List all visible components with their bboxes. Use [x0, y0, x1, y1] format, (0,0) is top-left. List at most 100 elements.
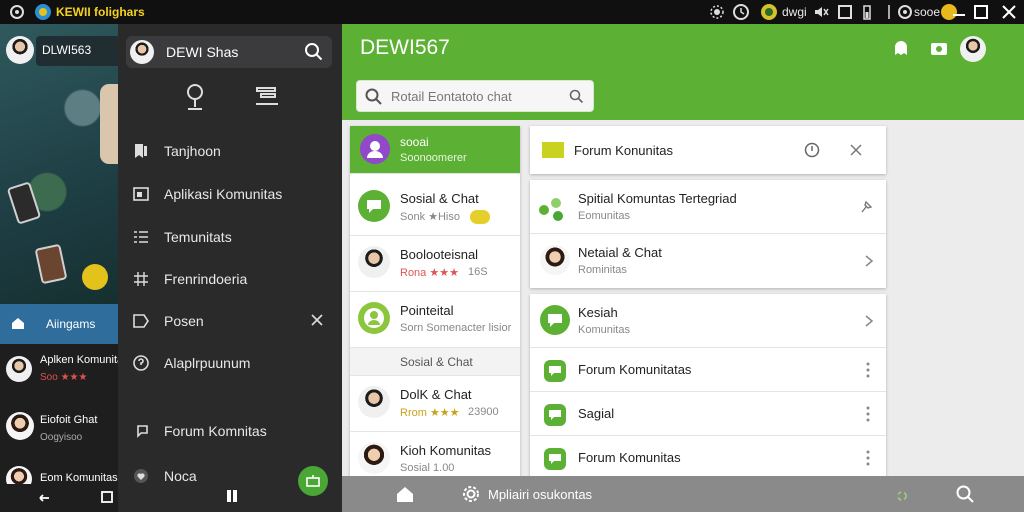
list-icon	[132, 228, 150, 246]
maximize-icon[interactable]	[972, 3, 990, 21]
chevron-right-icon[interactable]	[864, 314, 874, 328]
hand-shape	[100, 84, 118, 164]
ghost-icon[interactable]	[892, 39, 910, 57]
search-bar[interactable]: Rotail Eontatoto chat	[356, 80, 594, 112]
forum-item[interactable]: Netaial & Chat Rominitas	[530, 234, 886, 288]
forum-item-sub: Eomunitas	[578, 210, 630, 222]
profile-name: DLWI563	[42, 43, 92, 57]
unread-badge	[470, 210, 490, 224]
back-icon[interactable]	[36, 490, 52, 506]
chat-sub: Rona ★★★	[400, 267, 459, 279]
chat-list-item[interactable]: Boolooteisnal Rona ★★★ 16S	[350, 236, 520, 292]
drawer-item-label: Tanjhoon	[164, 143, 221, 159]
drawer-item-forum-komnitas[interactable]: Forum Komnitas	[132, 417, 267, 445]
drawer-search-input[interactable]: DEWI Shas	[166, 44, 238, 60]
chat-list-item[interactable]: Sosial & Chat Sonk ★Hiso	[350, 180, 520, 236]
drawer-item-frenrindoeria[interactable]: Frenrindoeria	[132, 265, 247, 293]
chat-list-item-active[interactable]: sooai Soonoomerer	[350, 126, 520, 174]
list-item[interactable]: Eiofoit Ghat Oogyisoo	[0, 404, 118, 454]
forum-item[interactable]: Forum Komunitas	[530, 436, 886, 476]
more-vert-icon[interactable]	[866, 406, 870, 422]
forum-item-title: Forum Komunitatas	[578, 362, 692, 377]
drawer-item-label: Aplikasi Komunitas	[164, 186, 283, 202]
mute-icon[interactable]	[812, 3, 830, 21]
minimize-icon[interactable]	[950, 3, 968, 21]
forum-item[interactable]: Spitial Komuntas Tertegriad Eomunitas	[530, 180, 886, 234]
close-drawer-icon[interactable]	[310, 313, 324, 327]
drawer-item-alaplrpuunum[interactable]: Alaplrpuunum	[132, 349, 250, 377]
search-icon[interactable]	[956, 485, 974, 503]
drawer-item-label: Alaplrpuunum	[164, 355, 251, 371]
forum-item[interactable]: Sagial	[530, 392, 886, 436]
compose-fab-button[interactable]	[298, 466, 328, 496]
chat-square-icon	[544, 448, 566, 470]
user-badge-icon[interactable]	[760, 3, 778, 21]
drawer-item-noca[interactable]: Noca	[132, 462, 197, 490]
chevron-right-icon[interactable]	[864, 254, 874, 268]
pause-icon[interactable]	[224, 488, 240, 504]
drawer-search-box[interactable]: DEWI Shas	[126, 36, 332, 68]
square-icon[interactable]	[100, 490, 114, 504]
heart-icon	[132, 467, 150, 485]
profile-name-box[interactable]: DLWI563	[36, 36, 118, 66]
avatar	[6, 356, 32, 382]
drawer-item-label: Posen	[164, 313, 204, 329]
chat-meta: 16S	[468, 266, 488, 278]
search-input[interactable]: Rotail Eontatoto chat	[391, 89, 512, 104]
chat-list-item[interactable]: Pointeital Sorn Somenacter lisior	[350, 292, 520, 348]
chat-icon	[132, 422, 150, 440]
pin-icon[interactable]	[860, 200, 872, 214]
left-chat-list: Aiingams Aplken Komunitas Soo ★★★ Eiofoi…	[0, 304, 129, 512]
location-pin-icon[interactable]	[182, 82, 208, 112]
drawer-item-label: Frenrindoeria	[164, 271, 248, 287]
drawer-item-temunitats[interactable]: Temunitats	[132, 223, 232, 251]
chat-bubble-avatar	[358, 190, 390, 222]
profile-avatar[interactable]	[960, 36, 986, 62]
phone-card	[6, 181, 42, 225]
profile-avatar[interactable]	[6, 36, 34, 64]
nav-center-label[interactable]: Mpliairi osukontas	[488, 487, 592, 502]
chat-list-item[interactable]: Kioh Komunitas Sosial 1.00	[350, 432, 520, 476]
home-icon[interactable]	[396, 486, 414, 502]
alarm-icon[interactable]	[896, 3, 914, 21]
clock-icon[interactable]	[732, 3, 750, 21]
navigation-drawer: DEWI Shas Tanjhoon Aplikasi Komunitas Te…	[118, 24, 342, 512]
close-icon[interactable]	[848, 142, 864, 158]
drawer-item-tanjhoon[interactable]: Tanjhoon	[132, 137, 221, 165]
close-icon[interactable]	[1000, 3, 1018, 21]
tag-icon	[132, 312, 150, 330]
avatar	[358, 386, 390, 418]
list-item[interactable]: Eom Komunitas	[0, 462, 118, 484]
status-label: dwgi	[782, 5, 807, 19]
forum-item[interactable]: Kesiah Komunitas	[530, 294, 886, 348]
bookmark-icon	[132, 142, 150, 160]
search-submit-icon[interactable]	[569, 89, 585, 105]
image-icon[interactable]	[836, 3, 854, 21]
chat-square-icon	[544, 404, 566, 426]
window-icon	[132, 185, 150, 203]
avatar	[6, 412, 34, 440]
camera-icon[interactable]	[930, 40, 948, 56]
camera-icon[interactable]	[8, 3, 26, 21]
gear-icon[interactable]	[462, 485, 480, 503]
search-icon[interactable]	[304, 42, 324, 62]
forum-item[interactable]: Forum Komunitatas	[530, 348, 886, 392]
more-vert-icon[interactable]	[866, 362, 870, 378]
left-list-header[interactable]: Aiingams	[0, 304, 118, 344]
chat-title: DolK & Chat	[400, 387, 472, 402]
gear-icon[interactable]	[708, 3, 726, 21]
drawer-item-posen[interactable]: Posen	[132, 307, 204, 335]
user-label: sooe	[914, 5, 941, 19]
chat-bubble-icon	[540, 305, 570, 335]
home-icon	[10, 315, 26, 331]
system-status-bar: KEWII folighars dwgi sooe	[0, 0, 1024, 24]
more-vert-icon[interactable]	[866, 450, 870, 466]
avatar	[130, 40, 154, 64]
battery-icon	[858, 3, 876, 21]
info-icon[interactable]	[804, 142, 820, 158]
background-photo: DLWI563	[0, 24, 118, 304]
drawer-item-aplikasi-komunitas[interactable]: Aplikasi Komunitas	[132, 180, 282, 208]
chat-list-item[interactable]: DolK & Chat Rrom ★★★ 23900	[350, 376, 520, 432]
list-item[interactable]: Aplken Komunitas Soo ★★★	[0, 346, 129, 398]
laptop-icon[interactable]	[252, 84, 280, 112]
